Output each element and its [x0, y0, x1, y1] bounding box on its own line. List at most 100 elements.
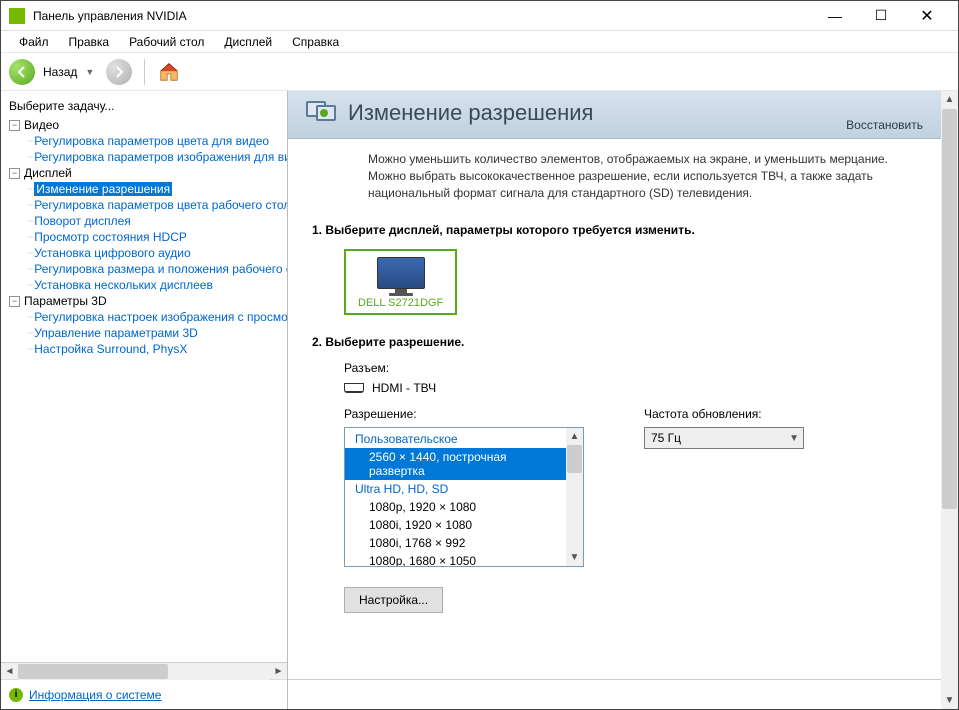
tree-collapse-icon[interactable]: − — [9, 120, 20, 131]
tree-item[interactable]: ┈Управление параметрами 3D — [7, 325, 287, 341]
resolution-item[interactable]: 1080i, 1920 × 1080 — [345, 516, 566, 534]
toolbar-divider — [144, 59, 145, 85]
sidebar: Выберите задачу... −Видео┈Регулировка па… — [1, 91, 288, 709]
tree-item[interactable]: ┈Настройка Surround, PhysX — [7, 341, 287, 357]
monitor-card[interactable]: DELL S2721DGF — [344, 249, 457, 315]
tree-item[interactable]: ┈Регулировка параметров цвета рабочего с… — [7, 197, 287, 213]
tree-item[interactable]: ┈Поворот дисплея — [7, 213, 287, 229]
tree-item[interactable]: ┈Регулировка параметров цвета для видео — [7, 133, 287, 149]
resolution-item[interactable]: 1080p, 1920 × 1080 — [345, 498, 566, 516]
main-area: Выберите задачу... −Видео┈Регулировка па… — [1, 91, 958, 709]
scroll-thumb[interactable] — [567, 445, 582, 473]
scroll-up-icon[interactable]: ▲ — [941, 91, 958, 108]
tree-category-label: Видео — [24, 118, 59, 132]
sidebar-horizontal-scrollbar[interactable]: ◄ ► — [1, 662, 287, 679]
back-button[interactable] — [9, 59, 35, 85]
tree-item[interactable]: ┈Регулировка размера и положения рабочег… — [7, 261, 287, 277]
tree-item[interactable]: ┈Просмотр состояния HDCP — [7, 229, 287, 245]
tree-category-label: Параметры 3D — [24, 294, 107, 308]
scroll-thumb[interactable] — [942, 109, 957, 509]
scroll-thumb[interactable] — [18, 664, 168, 679]
refresh-dropdown[interactable]: 75 Гц ▼ — [644, 427, 804, 449]
home-icon[interactable] — [157, 60, 181, 84]
tree-line-icon: ┈ — [27, 342, 34, 356]
customize-section: Настройка... — [288, 577, 941, 623]
section-select-resolution: 2. Выберите разрешение. Разъем: HDMI - Т… — [288, 325, 941, 577]
monitor-name: DELL S2721DGF — [358, 297, 443, 309]
tree-item-label[interactable]: Регулировка размера и положения рабочего… — [34, 262, 287, 276]
toolbar: Назад ▼ — [1, 53, 958, 91]
forward-button[interactable] — [106, 59, 132, 85]
page-title: Изменение разрешения — [348, 100, 846, 126]
tree-line-icon: ┈ — [27, 262, 34, 276]
tree-item-label[interactable]: Просмотр состояния HDCP — [34, 230, 187, 244]
scroll-track[interactable] — [566, 445, 583, 549]
resolution-group-custom: Пользовательское — [345, 430, 566, 448]
tree-item-label[interactable]: Регулировка параметров изображения для в… — [34, 150, 287, 164]
connector-row: HDMI - ТВЧ — [344, 381, 917, 395]
tree-line-icon: ┈ — [27, 230, 34, 244]
tree-item[interactable]: ┈Изменение разрешения — [7, 181, 287, 197]
tree-item-label[interactable]: Установка нескольких дисплеев — [34, 278, 213, 292]
tree-item-label[interactable]: Управление параметрами 3D — [34, 326, 198, 340]
scroll-up-icon[interactable]: ▲ — [566, 428, 583, 445]
tree-item-label[interactable]: Регулировка настроек изображения с просм… — [34, 310, 287, 324]
menubar: Файл Правка Рабочий стол Дисплей Справка — [1, 31, 958, 53]
tree-item-label[interactable]: Настройка Surround, PhysX — [34, 342, 187, 356]
section-select-display: 1. Выберите дисплей, параметры которого … — [288, 213, 941, 325]
resolution-item[interactable]: 1080i, 1768 × 992 — [345, 534, 566, 552]
tree-item-label[interactable]: Установка цифрового аудио — [34, 246, 190, 260]
back-history-chevron-icon[interactable]: ▼ — [85, 67, 94, 77]
tree-item[interactable]: ┈Регулировка параметров изображения для … — [7, 149, 287, 165]
tree-item[interactable]: ┈Установка цифрового аудио — [7, 245, 287, 261]
resolution-label: Разрешение: — [344, 407, 584, 421]
scroll-down-icon[interactable]: ▼ — [566, 549, 583, 566]
task-tree[interactable]: −Видео┈Регулировка параметров цвета для … — [7, 117, 287, 357]
tree-item-label[interactable]: Регулировка параметров цвета рабочего ст… — [34, 198, 287, 212]
resolution-item[interactable]: 1080p, 1680 × 1050 — [345, 552, 566, 566]
scroll-down-icon[interactable]: ▼ — [941, 692, 958, 709]
tree-category[interactable]: −Видео — [7, 117, 287, 133]
page-header-icon — [306, 97, 338, 129]
tree-collapse-icon[interactable]: − — [9, 168, 20, 179]
tree-category[interactable]: −Параметры 3D — [7, 293, 287, 309]
tree-item[interactable]: ┈Регулировка настроек изображения с прос… — [7, 309, 287, 325]
connector-label: Разъем: — [344, 361, 917, 375]
tree-line-icon: ┈ — [27, 134, 34, 148]
close-button[interactable]: ✕ — [904, 1, 950, 31]
menu-edit[interactable]: Правка — [59, 33, 120, 51]
content-area: Изменение разрешения Восстановить Можно … — [288, 91, 958, 709]
tree-item-label[interactable]: Поворот дисплея — [34, 214, 131, 228]
back-label: Назад — [43, 65, 77, 79]
menu-desktop[interactable]: Рабочий стол — [119, 33, 214, 51]
menu-file[interactable]: Файл — [9, 33, 59, 51]
refresh-column: Частота обновления: 75 Гц ▼ — [644, 407, 804, 567]
resolution-scrollbar[interactable]: ▲ ▼ — [566, 428, 583, 566]
scroll-left-icon[interactable]: ◄ — [1, 663, 18, 680]
tree-item[interactable]: ┈Установка нескольких дисплеев — [7, 277, 287, 293]
tree-item-label[interactable]: Регулировка параметров цвета для видео — [34, 134, 269, 148]
system-info-link[interactable]: Информация о системе — [29, 688, 161, 702]
scroll-right-icon[interactable]: ► — [270, 663, 287, 680]
maximize-button[interactable]: ☐ — [858, 1, 904, 31]
resolution-item-selected[interactable]: 2560 × 1440, построчная развертка — [345, 448, 566, 480]
menu-display[interactable]: Дисплей — [214, 33, 282, 51]
tree-collapse-icon[interactable]: − — [9, 296, 20, 307]
connector-value: HDMI - ТВЧ — [372, 381, 436, 395]
restore-link[interactable]: Восстановить — [846, 118, 923, 132]
resolution-listbox[interactable]: Пользовательское 2560 × 1440, построчная… — [344, 427, 584, 567]
tree-category[interactable]: −Дисплей — [7, 165, 287, 181]
tree-line-icon: ┈ — [27, 198, 34, 212]
monitor-icon — [377, 257, 425, 293]
minimize-button[interactable]: — — [812, 1, 858, 31]
scroll-track[interactable] — [18, 663, 270, 680]
tree-line-icon: ┈ — [27, 150, 34, 164]
tree-category-label: Дисплей — [24, 166, 72, 180]
content-vertical-scrollbar[interactable]: ▲ ▼ — [941, 91, 958, 709]
tree-line-icon: ┈ — [27, 310, 34, 324]
tree-item-label[interactable]: Изменение разрешения — [34, 182, 172, 196]
refresh-label: Частота обновления: — [644, 407, 804, 421]
menu-help[interactable]: Справка — [282, 33, 349, 51]
customize-button[interactable]: Настройка... — [344, 587, 443, 613]
hdmi-icon — [344, 383, 364, 393]
